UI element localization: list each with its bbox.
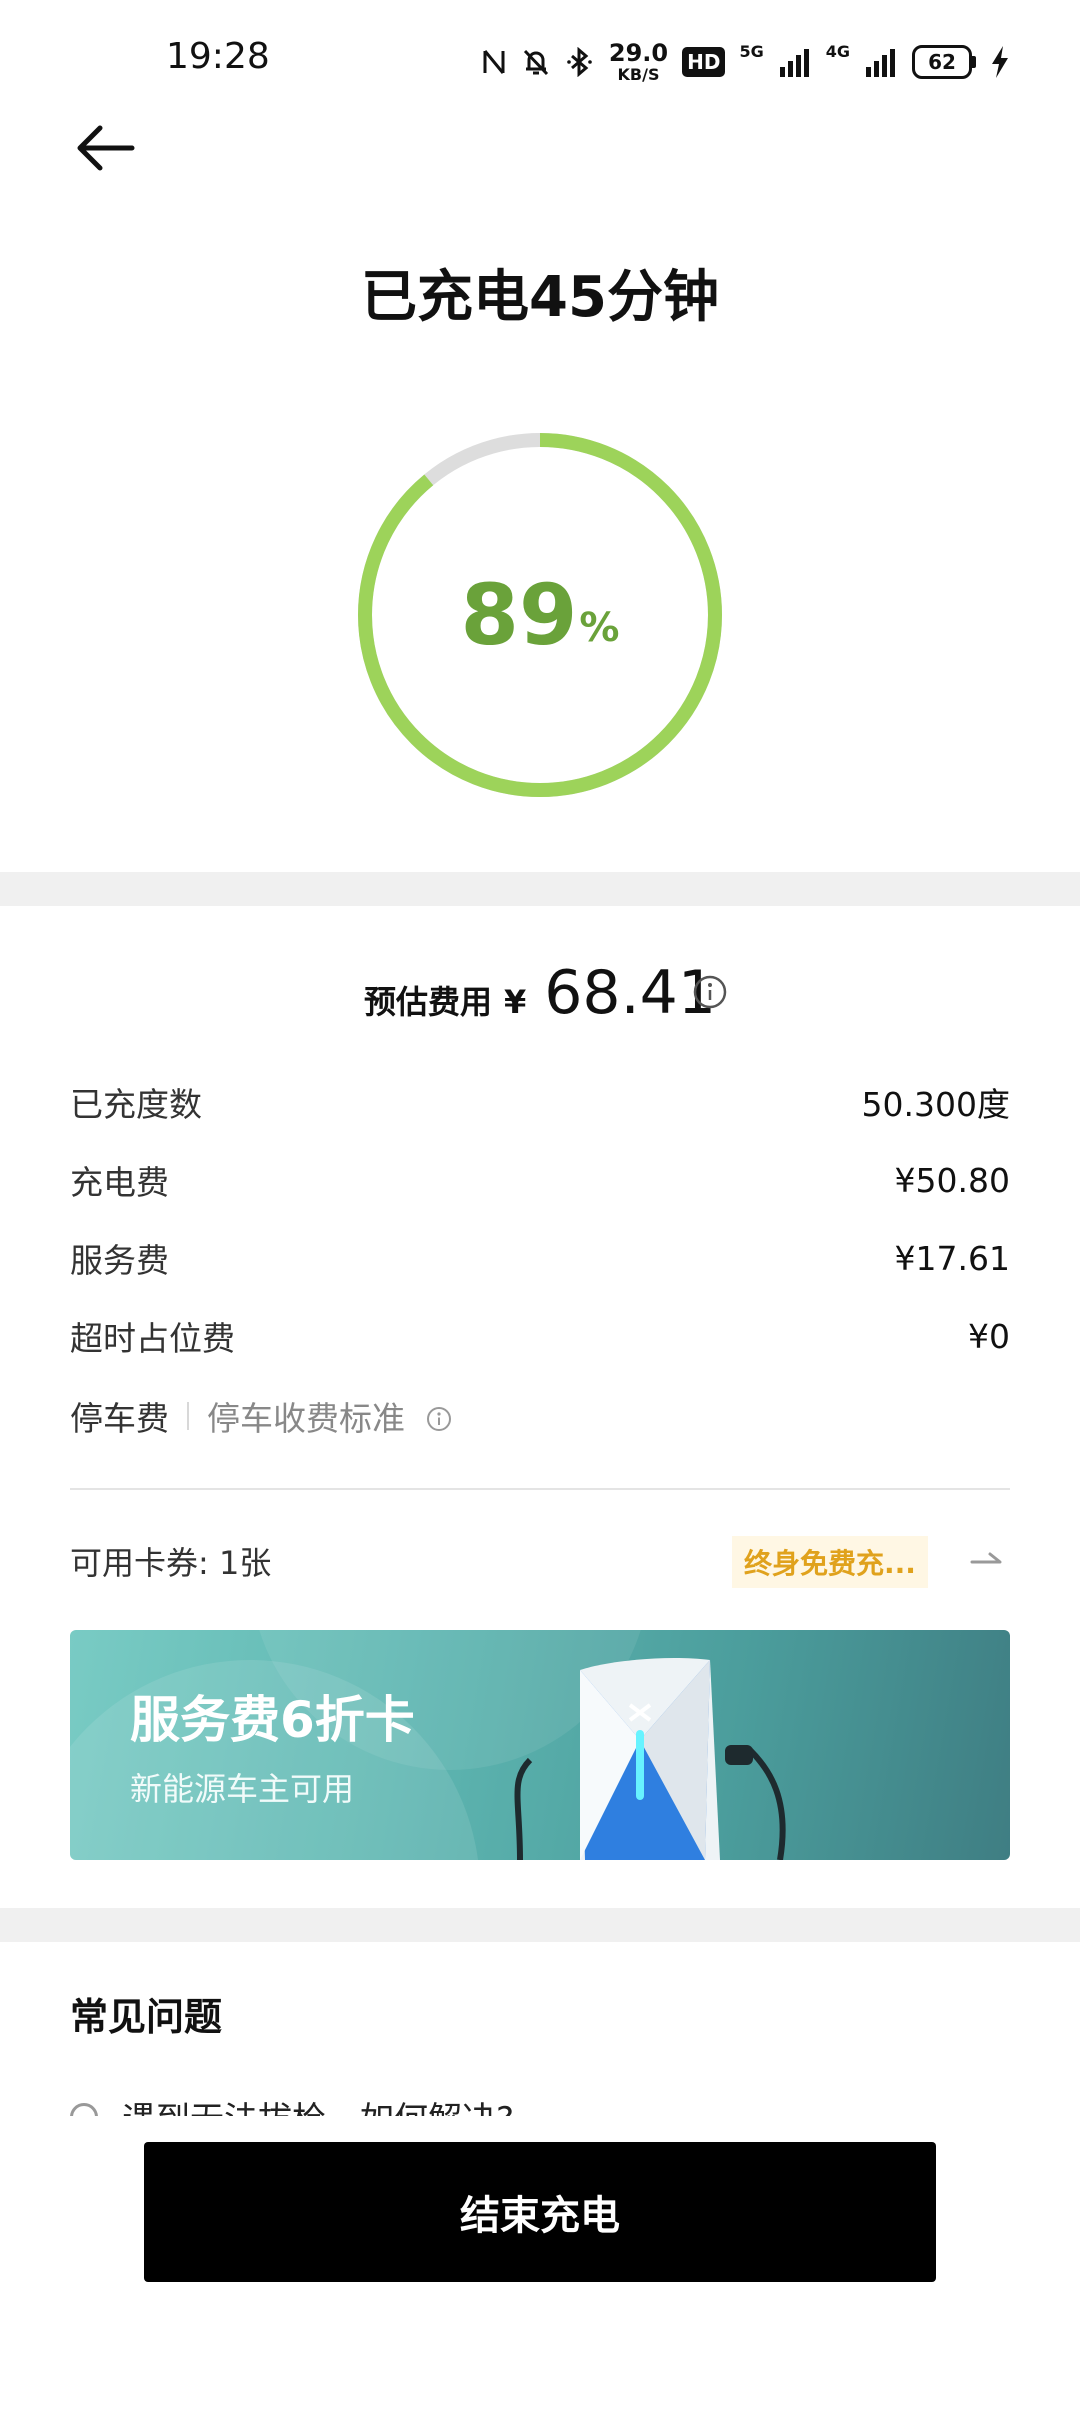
nfc-icon <box>481 47 507 77</box>
network-speed: 29.0 KB/S <box>608 39 669 84</box>
status-icons: 29.0 KB/S HD 5G 4G 62 <box>481 40 1010 84</box>
detail-row-energy: 已充度数 50.300度 <box>70 1085 1010 1124</box>
separator <box>187 1402 189 1430</box>
bluetooth-icon <box>565 47 595 77</box>
section-divider <box>0 1908 1080 1942</box>
progress-label: 89 % <box>355 430 725 800</box>
faq-title: 常见问题 <box>70 1995 223 2039</box>
progress-value: 89 <box>460 566 578 664</box>
page-title: 已充电45分钟 <box>361 265 719 330</box>
parking-fee-row: 停车费 停车收费标准 <box>70 1386 453 1446</box>
network-type-4g: 4G <box>825 42 850 61</box>
parking-standard-link[interactable]: 停车收费标准 <box>207 1392 405 1440</box>
coupon-row[interactable]: 可用卡券: 1张 终身免费充... <box>70 1530 1010 1592</box>
estimated-fee: 预估费用 ¥ 68.41 <box>0 958 1080 1028</box>
detail-row-overtime-fee: 超时占位费 ¥0 <box>70 1316 1010 1359</box>
parking-fee-label: 停车费 <box>70 1399 169 1438</box>
end-charging-button[interactable]: 结束充电 <box>144 2142 936 2282</box>
coupon-tag: 终身免费充... <box>732 1536 928 1588</box>
banner-title: 服务费6折卡 <box>130 1691 415 1749</box>
estimated-fee-label: 预估费用 <box>363 983 492 1021</box>
detail-row-service-fee: 服务费 ¥17.61 <box>70 1238 1010 1281</box>
coupon-label: 可用卡券: 1张 <box>70 1544 272 1582</box>
currency-symbol: ¥ <box>503 983 527 1021</box>
divider-line <box>70 1488 1010 1490</box>
status-time: 19:28 <box>166 36 270 77</box>
faq-item-text: 遇到无法拔枪，如何解决? <box>122 2092 514 2116</box>
question-icon <box>70 2102 98 2116</box>
info-icon[interactable] <box>692 974 728 1010</box>
bell-off-icon <box>521 47 551 77</box>
charge-progress-ring: 89 % <box>355 430 725 800</box>
detail-row-charge-fee: 充电费 ¥50.80 <box>70 1160 1010 1203</box>
faq-item[interactable]: 遇到无法拔枪，如何解决? <box>70 2088 1010 2116</box>
estimated-fee-amount: 68.41 <box>544 958 717 1028</box>
signal-icon <box>864 47 898 77</box>
banner-subtitle: 新能源车主可用 <box>130 1770 355 1808</box>
progress-unit: % <box>579 605 620 651</box>
charger-illustration <box>514 1658 786 1860</box>
network-type-5g: 5G <box>739 42 764 61</box>
service-card-banner[interactable]: 服务费6折卡 新能源车主可用 <box>70 1630 1010 1860</box>
signal-icon <box>778 47 812 77</box>
arrow-left-icon <box>77 125 135 171</box>
battery-icon: 62 <box>912 45 976 79</box>
arrow-right-icon[interactable] <box>968 1544 1004 1574</box>
charging-bolt-icon <box>990 46 1010 78</box>
back-button[interactable] <box>70 118 140 178</box>
status-bar: 19:28 29.0 KB/S HD 5G 4G 62 <box>0 0 1080 120</box>
section-divider <box>0 872 1080 906</box>
hd-voice-badge: HD <box>682 47 726 77</box>
info-icon[interactable] <box>425 1402 453 1431</box>
